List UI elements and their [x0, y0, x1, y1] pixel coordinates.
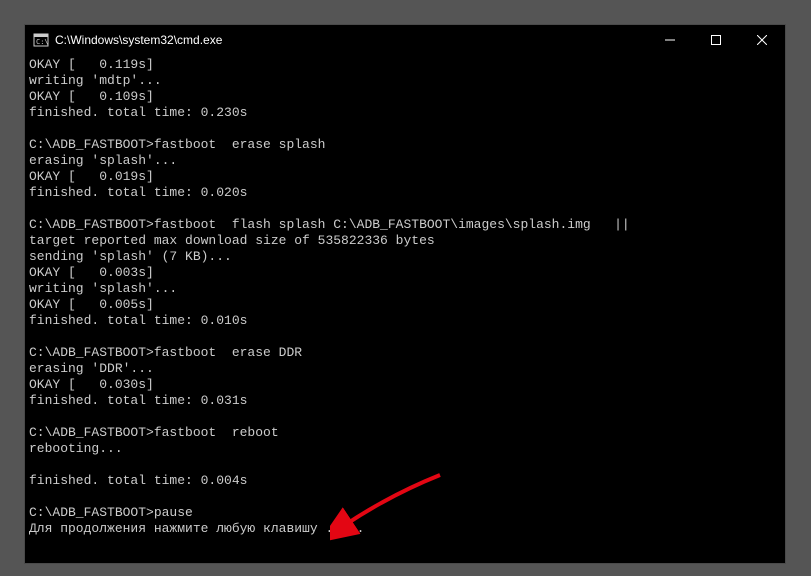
titlebar[interactable]: C:\ C:\Windows\system32\cmd.exe: [25, 25, 785, 55]
minimize-button[interactable]: [647, 25, 693, 55]
close-button[interactable]: [739, 25, 785, 55]
cmd-icon: C:\: [33, 32, 49, 48]
window-title: C:\Windows\system32\cmd.exe: [55, 33, 647, 47]
cmd-window: C:\ C:\Windows\system32\cmd.exe OKAY [ 0…: [24, 24, 786, 564]
terminal-output[interactable]: OKAY [ 0.119s] writing 'mdtp'... OKAY [ …: [25, 55, 785, 563]
svg-text:C:\: C:\: [36, 38, 49, 46]
window-controls: [647, 25, 785, 55]
maximize-button[interactable]: [693, 25, 739, 55]
